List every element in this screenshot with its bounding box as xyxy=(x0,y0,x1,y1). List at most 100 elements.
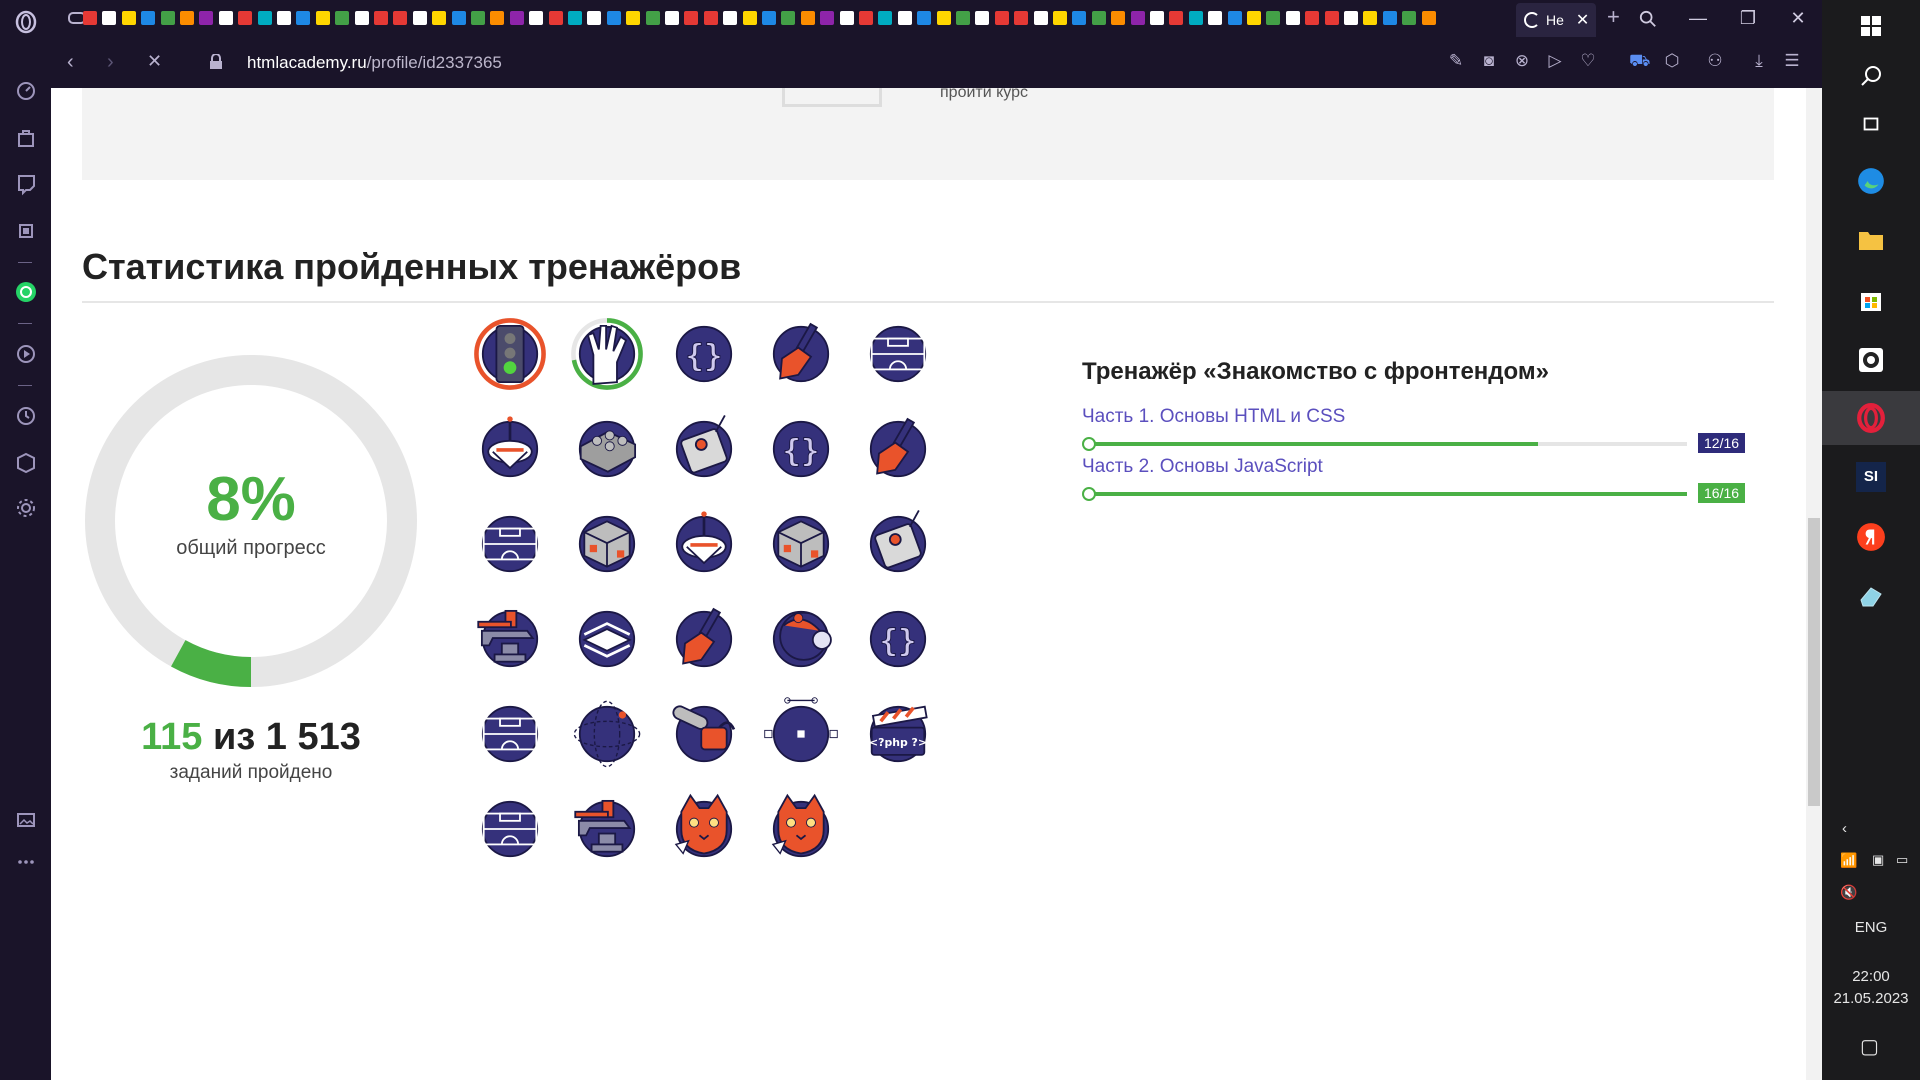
tab-favicon[interactable] xyxy=(451,11,466,25)
clock-time[interactable]: 22:00 xyxy=(1822,968,1920,985)
php-clapper-badge[interactable]: <?php ?> xyxy=(859,695,937,773)
tab-favicon[interactable] xyxy=(917,11,932,25)
tab-favicon[interactable] xyxy=(121,11,136,25)
clock-date[interactable]: 21.05.2023 xyxy=(1822,990,1920,1007)
tab-favicon[interactable] xyxy=(548,11,563,25)
search-tabs-icon[interactable] xyxy=(1623,0,1673,37)
traffic-light-badge[interactable] xyxy=(471,315,549,393)
chip-icon[interactable] xyxy=(0,211,51,251)
file-explorer-icon[interactable] xyxy=(1822,216,1920,264)
favorite-heart-icon[interactable]: ♡ xyxy=(1578,51,1598,71)
close-window-icon[interactable]: ✕ xyxy=(1773,0,1823,37)
restore-icon[interactable]: ❐ xyxy=(1723,0,1773,37)
volume-muted-icon[interactable]: 🔇 xyxy=(1840,884,1857,901)
tab-favicon[interactable] xyxy=(315,11,330,25)
scrollbar-thumb[interactable] xyxy=(1808,518,1820,806)
tab-favicon[interactable] xyxy=(1014,11,1029,25)
tab-favicon[interactable] xyxy=(141,11,156,25)
tab-favicon[interactable] xyxy=(1053,11,1067,25)
tab-favicon[interactable] xyxy=(742,11,757,25)
tab-favicon[interactable] xyxy=(1208,11,1223,25)
network-icon[interactable]: 📶 xyxy=(1840,852,1857,869)
tab-favicon[interactable] xyxy=(296,11,311,25)
braces-badge[interactable]: {} xyxy=(665,315,743,393)
more-options-icon[interactable] xyxy=(0,842,51,882)
forward-icon[interactable]: › xyxy=(107,51,114,74)
tab-favicon[interactable] xyxy=(1111,11,1126,25)
opera-logo-icon[interactable] xyxy=(0,2,51,42)
rubiks-cube-badge[interactable] xyxy=(568,505,646,583)
tab-favicon[interactable] xyxy=(1091,11,1106,25)
stadium-badge[interactable] xyxy=(471,505,549,583)
tab-favicon[interactable] xyxy=(393,11,408,25)
vulcan-hand-badge[interactable] xyxy=(568,315,646,393)
task-view-icon[interactable] xyxy=(1822,100,1920,148)
tab-favicon[interactable] xyxy=(1305,11,1320,25)
tab-favicon[interactable] xyxy=(975,11,990,25)
brush-badge[interactable] xyxy=(859,410,937,488)
robot-vacuum-badge[interactable] xyxy=(762,600,840,678)
stop-loading-icon[interactable]: ✕ xyxy=(147,51,162,72)
tab-favicon[interactable] xyxy=(1150,11,1164,25)
tab-favicon[interactable] xyxy=(626,11,641,25)
brush-badge[interactable] xyxy=(665,600,743,678)
tab-favicon[interactable] xyxy=(180,11,194,25)
tab-favicon[interactable] xyxy=(529,11,544,25)
tab-favicon[interactable] xyxy=(568,11,582,25)
tab-favicon[interactable] xyxy=(1344,11,1358,25)
stadium-badge[interactable] xyxy=(859,315,937,393)
downloads-icon[interactable]: ⤓ xyxy=(1749,51,1769,71)
spinning-top-badge[interactable] xyxy=(665,505,743,583)
extension-cube-icon[interactable]: ⬡ xyxy=(1662,51,1682,71)
tab-favicon[interactable] xyxy=(1072,11,1087,25)
back-icon[interactable]: ‹ xyxy=(67,51,74,74)
tab-favicon[interactable] xyxy=(335,11,350,25)
trainer-part-2-link[interactable]: Часть 2. Основы JavaScript xyxy=(1082,456,1323,478)
tab-favicon[interactable] xyxy=(645,11,660,25)
twitch-icon[interactable] xyxy=(0,164,51,204)
tab-favicon[interactable] xyxy=(1247,11,1261,25)
lock-icon[interactable] xyxy=(209,53,223,75)
anvil-badge[interactable] xyxy=(471,600,549,678)
tab-favicon[interactable] xyxy=(1382,11,1397,25)
tab-favicon[interactable] xyxy=(471,11,485,25)
tab-favicon[interactable] xyxy=(684,11,699,25)
tab-favicon[interactable] xyxy=(1033,11,1048,25)
tab-favicon[interactable] xyxy=(800,11,815,25)
windows-start-icon[interactable] xyxy=(1822,2,1920,50)
close-tab-icon[interactable]: ✕ xyxy=(1576,10,1589,30)
snapshot-camera-icon[interactable]: ◙ xyxy=(1479,51,1499,71)
store-icon[interactable] xyxy=(1822,276,1920,324)
tab-favicon[interactable] xyxy=(490,11,505,25)
tab-favicon[interactable] xyxy=(412,11,427,25)
course-cta-text[interactable]: пройти курс xyxy=(940,88,1028,102)
eraser-app-icon[interactable] xyxy=(1822,572,1920,620)
si-game-icon[interactable]: SI xyxy=(1822,453,1920,501)
tab-favicon[interactable] xyxy=(781,11,796,25)
stadium-badge[interactable] xyxy=(471,695,549,773)
new-tab-icon[interactable]: + xyxy=(1607,4,1620,30)
tab-favicon[interactable] xyxy=(820,11,835,25)
braces-badge[interactable]: {} xyxy=(859,600,937,678)
lego-brick-badge[interactable] xyxy=(568,410,646,488)
tab-favicon[interactable] xyxy=(839,11,854,25)
spinning-top-badge[interactable] xyxy=(471,410,549,488)
minimize-icon[interactable]: ― xyxy=(1673,0,1723,37)
tab-favicon[interactable] xyxy=(1402,11,1417,25)
yandex-icon[interactable] xyxy=(1822,513,1920,561)
layers-badge[interactable] xyxy=(568,600,646,678)
cat-badge[interactable] xyxy=(762,790,840,868)
bag-icon[interactable] xyxy=(0,118,51,158)
tab-favicon[interactable] xyxy=(374,11,388,25)
send-icon[interactable]: ▷ xyxy=(1545,51,1565,71)
tab-favicon[interactable] xyxy=(102,11,117,25)
history-icon[interactable] xyxy=(0,396,51,436)
tab-favicon[interactable] xyxy=(703,11,718,25)
whatsapp-icon[interactable] xyxy=(0,272,51,312)
camera-app-icon[interactable] xyxy=(1822,336,1920,384)
tab-favicon[interactable] xyxy=(1188,11,1203,25)
url-field[interactable]: htmlacademy.ru/profile/id2337365 xyxy=(247,53,502,73)
tab-favicon[interactable] xyxy=(956,11,970,25)
search-icon[interactable] xyxy=(1822,52,1920,100)
tab-favicon[interactable] xyxy=(897,11,912,25)
